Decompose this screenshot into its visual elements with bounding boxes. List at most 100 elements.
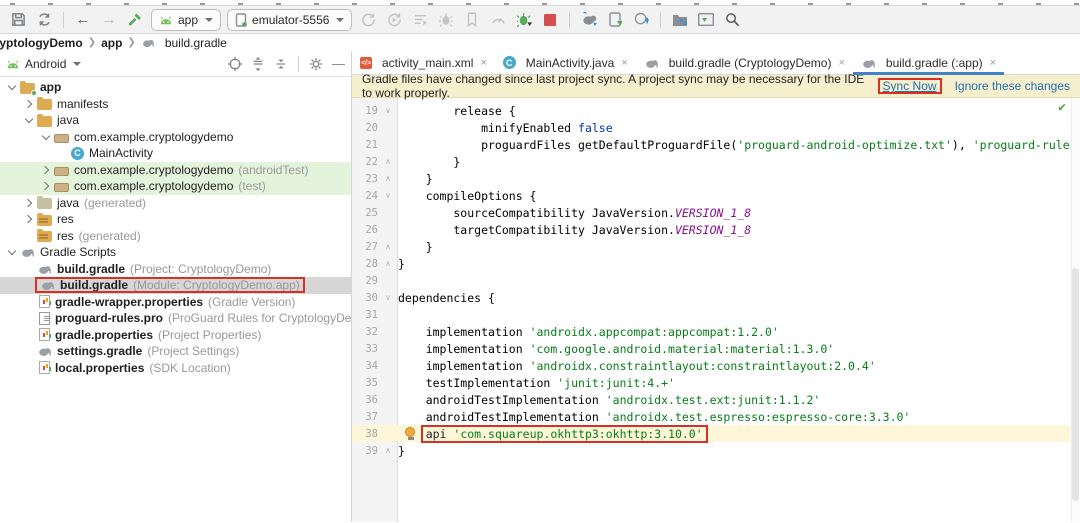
tab-activity-main-xml[interactable]: </> activity_main.xml × (352, 51, 495, 74)
code-line-39[interactable]: 39 ∧} (352, 442, 1070, 459)
project-structure-icon[interactable] (670, 10, 690, 30)
tree-item-app[interactable]: app (0, 79, 351, 96)
ignore-changes-link[interactable]: Ignore these changes (955, 79, 1070, 93)
fold-marker-icon[interactable]: ∨ (378, 293, 398, 302)
line-number[interactable]: 23 (352, 173, 378, 185)
tree-item-gradle-wrapper-properties[interactable]: gradle-wrapper.properties (Gradle Version… (0, 294, 351, 311)
tree-item-local-properties[interactable]: local.properties (SDK Location) (0, 360, 351, 377)
close-icon[interactable]: × (838, 57, 844, 69)
tree-item-build-gradle[interactable]: build.gradle (Project: CryptologyDemo) (0, 261, 351, 278)
line-number[interactable]: 36 (352, 394, 378, 406)
line-number[interactable]: 35 (352, 377, 378, 389)
build-hammer-icon[interactable] (125, 10, 145, 30)
line-number[interactable]: 19 (352, 105, 378, 117)
editor-scrollbar[interactable] (1071, 98, 1080, 522)
close-icon[interactable]: × (990, 57, 996, 69)
tree-item-mainactivity[interactable]: C MainActivity (0, 145, 351, 162)
tree-expander-icon[interactable] (23, 197, 35, 209)
sync-icon[interactable] (34, 10, 54, 30)
apply-changes-icon[interactable] (384, 10, 404, 30)
tree-expander-icon[interactable] (6, 246, 18, 258)
tree-item-com-example-cryptologydemo[interactable]: com.example.cryptologydemo (androidTest) (0, 161, 351, 178)
code-line-30[interactable]: 30 ∨ dependencies { (352, 289, 1070, 306)
logcat-icon[interactable] (696, 10, 716, 30)
line-number[interactable]: 32 (352, 326, 378, 338)
line-number[interactable]: 20 (352, 122, 378, 134)
code-line-31[interactable]: 31 (352, 306, 1070, 323)
code-line-32[interactable]: 32 implementation 'androidx.appcompat:ap… (352, 323, 1070, 340)
settings-gear-icon[interactable] (309, 57, 323, 71)
code-line-22[interactable]: 22 ∧ } (352, 153, 1070, 170)
code-line-24[interactable]: 24 ∨ compileOptions { (352, 187, 1070, 204)
tree-expander-icon[interactable] (40, 164, 52, 176)
fold-marker-icon[interactable]: ∧ (378, 242, 398, 251)
code-line-29[interactable]: 29 (352, 272, 1070, 289)
sync-gradle-icon[interactable] (579, 10, 599, 30)
back-arrow-icon[interactable]: ← (73, 10, 93, 30)
close-icon[interactable]: × (480, 57, 486, 69)
code-line-25[interactable]: 25 sourceCompatibility JavaVersion.VERSI… (352, 204, 1070, 221)
tab-build-gradle-cryptologydemo-[interactable]: build.gradle (CryptologyDemo) × (636, 51, 853, 74)
fold-marker-icon[interactable]: ∨ (378, 191, 398, 200)
line-number[interactable]: 26 (352, 224, 378, 236)
code-line-37[interactable]: 37 androidTestImplementation 'androidx.t… (352, 408, 1070, 425)
line-number[interactable]: 25 (352, 207, 378, 219)
code-line-27[interactable]: 27 ∧ } (352, 238, 1070, 255)
code-editor[interactable]: 19 ∨ release {20 minifyEnabled false 21 pr… (352, 98, 1080, 522)
code-line-34[interactable]: 34 implementation 'androidx.constraintla… (352, 357, 1070, 374)
line-number[interactable]: 39 (352, 445, 378, 457)
tree-expander-icon[interactable] (6, 81, 18, 93)
tree-item-gradle-scripts[interactable]: Gradle Scripts (0, 244, 351, 261)
attach-debugger-icon[interactable] (514, 10, 534, 30)
line-number[interactable]: 24 (352, 190, 378, 202)
locate-file-icon[interactable] (228, 56, 242, 71)
code-line-23[interactable]: 23 ∧ } (352, 170, 1070, 187)
run-icon[interactable] (358, 10, 378, 30)
tree-item-build-gradle[interactable]: build.gradle (Module: CryptologyDemo.app) (0, 277, 351, 294)
fold-marker-icon[interactable]: ∧ (378, 259, 398, 268)
tree-expander-icon[interactable] (40, 131, 52, 143)
apply-code-changes-icon[interactable] (410, 10, 430, 30)
tree-item-manifests[interactable]: manifests (0, 96, 351, 113)
code-line-33[interactable]: 33 implementation 'com.google.android.ma… (352, 340, 1070, 357)
line-number[interactable]: 37 (352, 411, 378, 423)
tab-mainactivity-java[interactable]: C MainActivity.java × (495, 51, 636, 74)
code-line-26[interactable]: 26 targetCompatibility JavaVersion.VERSI… (352, 221, 1070, 238)
collapse-all-icon[interactable] (274, 57, 288, 71)
sync-now-link[interactable]: Sync Now (883, 79, 937, 93)
tree-expander-icon[interactable] (23, 213, 35, 225)
search-icon[interactable] (722, 10, 742, 30)
tree-item-res[interactable]: res (0, 211, 351, 228)
line-number[interactable]: 22 (352, 156, 378, 168)
code-line-36[interactable]: 36 androidTestImplementation 'androidx.t… (352, 391, 1070, 408)
project-view-selector[interactable]: Android (6, 57, 224, 71)
tree-item-gradle-properties[interactable]: gradle.properties (Project Properties) (0, 327, 351, 344)
line-number[interactable]: 27 (352, 241, 378, 253)
run-config-selector[interactable]: app (151, 8, 222, 31)
code-line-21[interactable]: 21 proguardFiles getDefaultProguardFile(… (352, 136, 1080, 153)
line-number[interactable]: 21 (352, 139, 378, 151)
breadcrumb-project[interactable]: CryptologyDemo (0, 36, 83, 50)
fold-marker-icon[interactable]: ∨ (378, 106, 398, 115)
line-number[interactable]: 33 (352, 343, 378, 355)
stop-icon[interactable] (540, 10, 560, 30)
tree-item-res[interactable]: res (generated) (0, 228, 351, 245)
line-number[interactable]: 34 (352, 360, 378, 372)
code-line-38[interactable]: 38 api 'com.squareup.okhttp3:okhttp:3.10… (352, 424, 1070, 443)
line-number[interactable]: 29 (352, 275, 378, 287)
debug-icon[interactable] (436, 10, 456, 30)
code-line-28[interactable]: 28 ∧} (352, 255, 1070, 272)
tab-build-gradle-app-[interactable]: build.gradle (:app) × (852, 51, 1005, 75)
device-manager-icon[interactable] (605, 10, 625, 30)
line-number[interactable]: 31 (352, 309, 378, 321)
scrollbar-thumb[interactable] (1072, 267, 1079, 501)
tree-item-proguard-rules-pro[interactable]: proguard-rules.pro (ProGuard Rules for Cr… (0, 310, 351, 327)
tree-item-java[interactable]: java (generated) (0, 195, 351, 212)
tree-item-com-example-cryptologydemo[interactable]: com.example.cryptologydemo (0, 129, 351, 146)
profiler-icon[interactable] (488, 10, 508, 30)
coverage-icon[interactable] (462, 10, 482, 30)
tree-expander-icon[interactable] (23, 114, 35, 126)
breadcrumb-file[interactable]: build.gradle (165, 36, 227, 50)
sdk-manager-icon[interactable] (631, 10, 651, 30)
fold-marker-icon[interactable]: ∧ (378, 157, 398, 166)
